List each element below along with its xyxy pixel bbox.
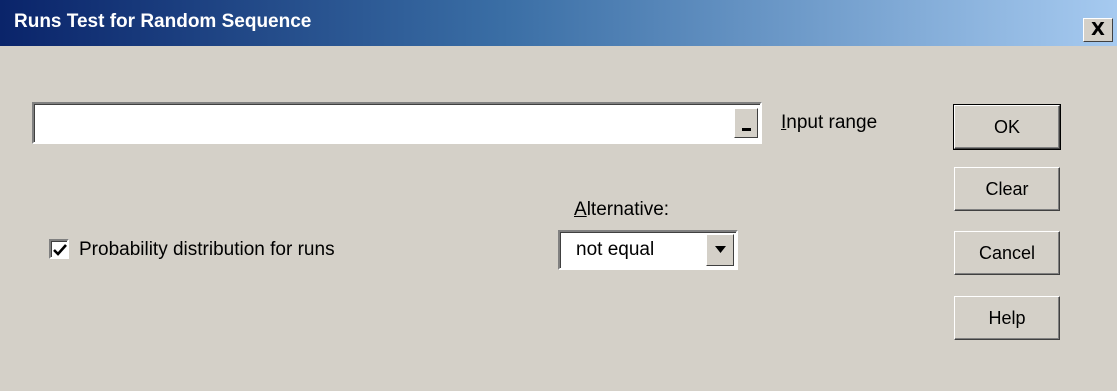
alternative-select[interactable]: not equal <box>558 230 738 270</box>
range-selector-button[interactable] <box>734 108 758 138</box>
collapse-dialog-icon <box>742 128 751 131</box>
cancel-button[interactable]: Cancel <box>954 231 1060 275</box>
input-range-field[interactable] <box>32 102 762 144</box>
input-range-label: Input range <box>781 112 878 133</box>
help-button[interactable]: Help <box>954 296 1060 340</box>
alternative-selected-value: not equal <box>576 239 655 260</box>
dialog-window: Runs Test for Random Sequence X Input ra… <box>0 0 1117 391</box>
dropdown-button[interactable] <box>706 234 734 266</box>
ok-button[interactable]: OK <box>953 104 1061 150</box>
clear-button[interactable]: Clear <box>954 167 1060 211</box>
window-title: Runs Test for Random Sequence <box>14 11 312 32</box>
alternative-label: Alternative: <box>574 199 670 220</box>
title-bar: Runs Test for Random Sequence X <box>0 0 1117 46</box>
close-button[interactable]: X <box>1083 18 1113 42</box>
probability-distribution-label: Probability distribution for runs <box>79 239 335 260</box>
chevron-down-icon <box>715 246 726 253</box>
close-icon: X <box>1091 19 1105 40</box>
probability-distribution-checkbox[interactable] <box>49 239 69 259</box>
checkmark-icon <box>53 244 67 256</box>
